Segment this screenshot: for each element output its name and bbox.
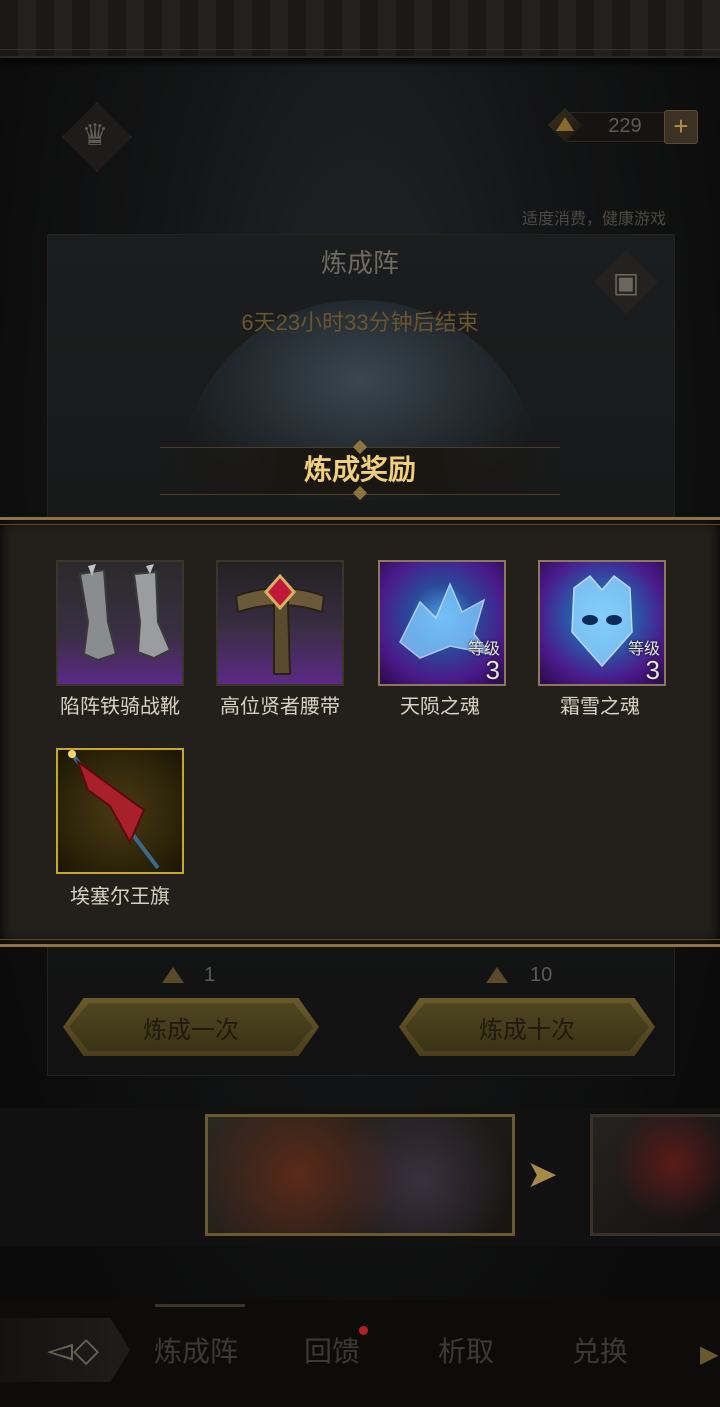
treasure-chest-icon: ▣ [612,266,640,298]
health-notice: 适度消费，健康游戏 [521,211,666,228]
item-level: 等级 3 [467,641,500,685]
reward-item-label: 高位贤者腰带 [220,696,340,718]
tab-feedback[interactable]: 回馈 [272,1330,392,1374]
tab-extract[interactable]: 析取 [406,1330,526,1374]
reward-item-label: 埃塞尔王旗 [70,886,170,908]
reward-item-label: 霜雪之魂 [560,696,640,718]
reward-item-label: 天陨之魂 [400,696,480,718]
reward-item-boots[interactable] [56,560,184,686]
cost-pyramid-icon [486,967,508,983]
reward-item-banner[interactable] [56,748,184,874]
back-arrow-icon: ◅◇ [46,1331,100,1369]
cost-ten: 10 [530,964,553,986]
reward-item-label: 陷阵铁骑战靴 [60,696,180,718]
reward-item-belt[interactable] [216,560,344,686]
active-tab-indicator [155,1304,245,1307]
top-ornament-bar [0,0,720,58]
boots-icon [78,564,172,662]
cost-pyramid-icon [162,967,184,983]
reward-item-dragon-soul[interactable]: 等级 3 [378,560,506,686]
currency-pyramid-icon [556,117,574,131]
tab-alchemy[interactable]: 炼成阵 [136,1330,256,1374]
item-level: 等级 3 [627,641,660,685]
war-banner-icon [68,750,160,870]
notification-dot [359,1326,368,1335]
panel-title: 炼成阵 [320,248,399,278]
currency-value: 229 [608,115,642,137]
craft-ten-label: 炼成十次 [405,1003,649,1051]
craft-once-label: 炼成一次 [69,1003,313,1051]
event-timer: 6天23小时33分钟后结束 [241,310,479,335]
reward-title: 炼成奖励 [303,454,416,485]
crown-icon: ♛ [81,118,109,152]
cost-once: 1 [204,964,216,986]
carousel-banner-next[interactable] [590,1114,720,1236]
tab-exchange[interactable]: 兑换 [540,1330,660,1374]
reward-item-frost-soul[interactable]: 等级 3 [538,560,666,686]
craft-ten-button[interactable]: 炼成十次 [399,998,655,1056]
nav-more-icon[interactable]: ▶ [700,1340,720,1370]
belt-icon [234,573,326,675]
reward-panel: 陷阵铁骑战靴 高位贤者腰带 等级 3 天陨之魂 等级 3 霜雪之魂 埃塞尔王旗 [0,517,720,947]
chevron-right-icon[interactable]: ➤ [522,1152,562,1198]
craft-once-button[interactable]: 炼成一次 [63,998,319,1056]
add-currency-button[interactable]: + [664,110,698,144]
carousel-banner-current[interactable] [205,1114,515,1236]
